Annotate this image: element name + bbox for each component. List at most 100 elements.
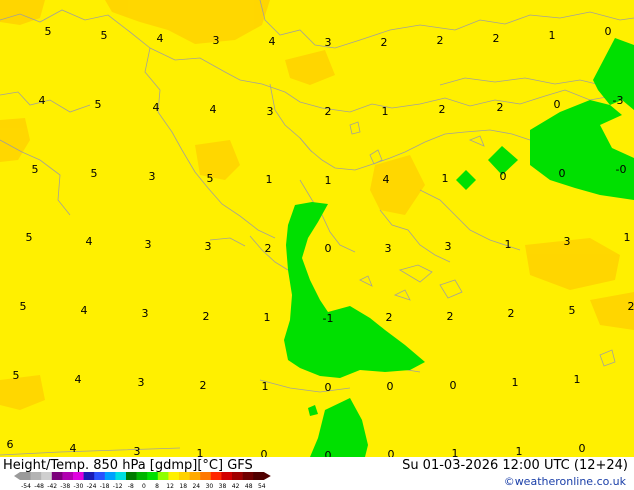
temperature-value: 5 xyxy=(13,369,20,382)
temperature-value: -0 xyxy=(616,163,627,176)
scale-label: 8 xyxy=(155,483,159,489)
color-swatch xyxy=(157,472,169,480)
scale-label: 30 xyxy=(206,483,214,489)
footer-bar: Height/Temp. 850 hPa [gdmp][°C] GFS Su 0… xyxy=(0,457,634,490)
color-swatch xyxy=(20,472,31,480)
color-swatch xyxy=(94,472,106,480)
temperature-value: 0 xyxy=(554,98,561,111)
temperature-value: 1 xyxy=(325,174,332,187)
color-swatch xyxy=(210,472,222,480)
temperature-value: 4 xyxy=(153,101,160,114)
temperature-value: 4 xyxy=(81,304,88,317)
scale-label: 12 xyxy=(166,483,174,489)
color-swatch xyxy=(168,472,180,480)
temperature-value: 2 xyxy=(437,34,444,47)
temperature-value: 0 xyxy=(325,449,332,457)
temperature-value: 3 xyxy=(134,445,141,457)
valid-time: Su 01-03-2026 12:00 UTC (12+24) xyxy=(402,458,628,473)
temperature-value: 0 xyxy=(500,170,507,183)
temperature-value: 1 xyxy=(266,173,273,186)
temperature-value: 3 xyxy=(138,376,145,389)
temperature-value: 3 xyxy=(149,170,156,183)
color-swatch xyxy=(232,472,243,480)
color-swatch xyxy=(242,472,254,480)
temperature-value: 4 xyxy=(157,32,164,45)
temperature-value: 5 xyxy=(207,172,214,185)
color-swatch xyxy=(104,472,116,480)
temperature-value: 2 xyxy=(439,103,446,116)
temperature-value: 2 xyxy=(200,379,207,392)
temperature-value: 1 xyxy=(549,29,556,42)
temperature-value: 2 xyxy=(447,310,454,323)
temperature-value: 4 xyxy=(383,173,390,186)
color-swatch xyxy=(41,472,53,480)
temperature-value: 2 xyxy=(628,300,634,313)
temperature-value: 0 xyxy=(388,448,395,457)
temperature-value: 2 xyxy=(325,105,332,118)
temperature-value: 4 xyxy=(210,103,217,116)
color-swatch xyxy=(126,472,137,480)
temperature-value: 1 xyxy=(516,445,523,457)
temperature-value: 3 xyxy=(445,240,452,253)
temperature-value: 5 xyxy=(95,98,102,111)
temperature-value: 5 xyxy=(45,25,52,38)
temperature-value: 1 xyxy=(197,447,204,457)
temperature-value: 5 xyxy=(569,304,576,317)
color-swatch xyxy=(189,472,201,480)
scale-label: -12 xyxy=(113,483,123,489)
temperature-value: 4 xyxy=(75,373,82,386)
scale-label: 54 xyxy=(258,483,266,489)
color-swatch xyxy=(73,472,84,480)
scale-label: 0 xyxy=(142,483,146,489)
temperature-value: 3 xyxy=(385,242,392,255)
temperature-value: 1 xyxy=(452,447,459,457)
color-swatch xyxy=(253,472,265,480)
temperature-value: 0 xyxy=(387,380,394,393)
scale-left-arrow xyxy=(14,472,20,480)
temperature-value: 4 xyxy=(269,35,276,48)
temperature-value: 0 xyxy=(559,167,566,180)
temperature-value: 3 xyxy=(213,34,220,47)
temperature-value: 3 xyxy=(564,235,571,248)
temperature-value: 1 xyxy=(574,373,581,386)
temperature-value: 4 xyxy=(70,442,77,455)
temperature-value: 2 xyxy=(508,307,515,320)
temperature-value: 5 xyxy=(91,167,98,180)
temperature-value: 2 xyxy=(265,242,272,255)
temperature-value: 0 xyxy=(325,242,332,255)
copyright-link[interactable]: ©weatheronline.co.uk xyxy=(504,475,626,488)
color-swatch xyxy=(115,472,127,480)
scale-label: -24 xyxy=(87,483,97,489)
color-swatch xyxy=(51,472,63,480)
temperature-value: 4 xyxy=(86,235,93,248)
scale-label: 38 xyxy=(219,483,227,489)
temperature-value: 0 xyxy=(605,25,612,38)
scale-label: 48 xyxy=(245,483,253,489)
temperature-value: 5 xyxy=(26,231,33,244)
scale-label: 24 xyxy=(192,483,200,489)
scale-label: -48 xyxy=(34,483,44,489)
temperature-value: 2 xyxy=(386,311,393,324)
temperature-value: 5 xyxy=(101,29,108,42)
temperature-value: 2 xyxy=(497,101,504,114)
color-swatch xyxy=(200,472,212,480)
scale-right-arrow xyxy=(263,472,271,480)
temperature-value: 0 xyxy=(261,448,268,457)
temperature-value: 5 xyxy=(20,300,27,313)
color-swatch xyxy=(30,472,42,480)
scale-label: -30 xyxy=(73,483,83,489)
temperature-value: 3 xyxy=(145,238,152,251)
color-swatch xyxy=(221,472,233,480)
color-swatch xyxy=(136,472,148,480)
temperature-value: 3 xyxy=(325,36,332,49)
temperature-map: 5 5 4 3 4 3 2 2 2 1 0 4 5 4 4 3 2 1 2 2 0 -3 5 5 3 5 1 1 4 1 0 0 -0 5 4 3 3 2… xyxy=(0,0,634,457)
temperature-value: -1 xyxy=(323,312,334,325)
temperature-value: 3 xyxy=(142,307,149,320)
map-panel: 5 5 4 3 4 3 2 2 2 1 0 4 5 4 4 3 2 1 2 2 0 -3 5 5 3 5 1 1 4 1 0 0 -0 5 4 3 3 2… xyxy=(0,0,634,457)
temperature-value: 2 xyxy=(493,32,500,45)
temperature-value: 3 xyxy=(267,105,274,118)
scale-label: -8 xyxy=(128,483,134,489)
scale-label: 42 xyxy=(232,483,240,489)
temperature-value: 6 xyxy=(7,438,14,451)
temperature-value: 1 xyxy=(442,172,449,185)
